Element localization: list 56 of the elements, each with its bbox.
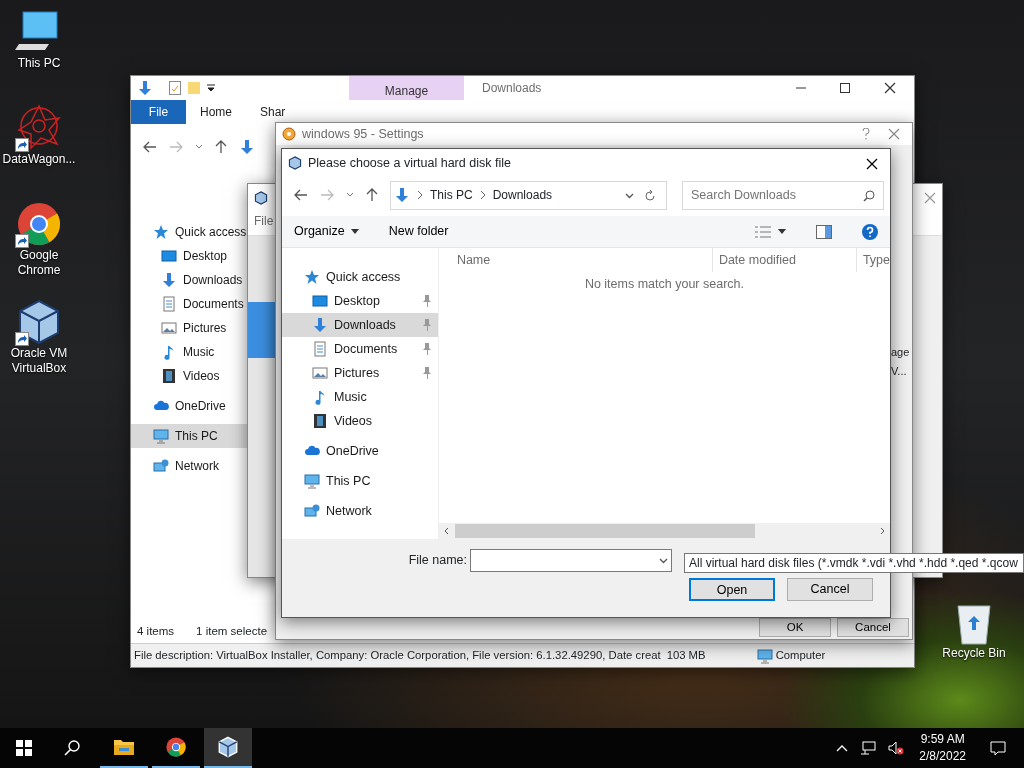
nav-item[interactable]: OneDrive: [282, 439, 438, 463]
nav-item[interactable]: Network: [282, 499, 438, 523]
breadcrumb-item[interactable]: This PC: [430, 186, 473, 204]
nav-item[interactable]: Quick access: [131, 220, 249, 244]
ribbon-tab[interactable]: Home: [186, 100, 246, 124]
selection-count: 1 item selecte: [196, 624, 268, 639]
window-title: windows 95 - Settings: [302, 125, 424, 143]
file-details: File description: VirtualBox Installer, Company: Oracle Corporation, File version: 6.1.32.49290, Date creat: [133, 648, 661, 664]
nav-item[interactable]: Pictures: [131, 316, 249, 340]
clock-date[interactable]: 2/8/2022: [919, 748, 966, 765]
zone-label: Computer: [775, 648, 826, 664]
nav-item[interactable]: Desktop: [131, 244, 249, 268]
nav-item[interactable]: Pictures: [282, 361, 438, 385]
desktop-icon-label[interactable]: Oracle VM VirtualBox: [0, 346, 78, 376]
dialog-button[interactable]: Cancel: [837, 618, 909, 637]
nav-item[interactable]: Documents: [282, 337, 438, 361]
item-count: 4 items: [137, 624, 175, 639]
nav-item[interactable]: OneDrive: [131, 394, 249, 418]
dialog-button[interactable]: Cancel: [787, 578, 873, 601]
breadcrumb-item[interactable]: Downloads: [492, 186, 553, 204]
context-tab[interactable]: Manage: [349, 76, 464, 100]
nav-item[interactable]: Downloads: [131, 268, 249, 292]
ribbon-tab[interactable]: Shar: [246, 100, 300, 124]
menu-item[interactable]: File: [248, 212, 274, 235]
desktop-icon-label[interactable]: Recycle Bin: [942, 646, 1006, 661]
nav-item[interactable]: Network: [131, 454, 249, 478]
column-header[interactable]: Date modified: [711, 248, 856, 272]
clock-time[interactable]: 9:59 AM: [920, 731, 965, 748]
desktop-icon-label[interactable]: DataWagon...: [2, 152, 76, 167]
text-fragment: V...: [891, 364, 908, 379]
dialog-title: Please choose a virtual hard disk file: [308, 154, 511, 172]
organize-menu[interactable]: Organize: [288, 221, 365, 242]
desktop-icon-label[interactable]: Google Chrome: [0, 248, 78, 278]
nav-item[interactable]: This PC: [131, 424, 249, 448]
column-header[interactable]: Type: [855, 248, 890, 272]
nav-item[interactable]: Videos: [282, 409, 438, 433]
search-field[interactable]: Search Downloads: [682, 180, 884, 210]
nav-item[interactable]: Downloads: [282, 313, 438, 337]
nav-item[interactable]: Music: [282, 385, 438, 409]
ribbon-tab[interactable]: File: [131, 100, 186, 124]
text-fragment: age: [891, 345, 911, 360]
column-header[interactable]: Name: [438, 248, 712, 272]
dialog-button[interactable]: Open: [689, 578, 775, 601]
file-size: 103 MB: [665, 648, 707, 664]
new-folder-button[interactable]: New folder: [382, 221, 455, 242]
window-title: Downloads: [482, 80, 542, 97]
nav-item[interactable]: This PC: [282, 469, 438, 493]
field-label: File name:: [408, 552, 467, 570]
nav-item[interactable]: Documents: [131, 292, 249, 316]
desktop-icon-label[interactable]: This PC: [17, 56, 61, 71]
nav-item[interactable]: Quick access: [282, 265, 438, 289]
file-type-tooltip: All virtual hard disk files (*.vmdk *.vdi *.vhd *.hdd *.qed *.qcow: [684, 553, 1024, 573]
nav-item[interactable]: Music: [131, 340, 249, 364]
empty-message: No items match your search.: [584, 277, 744, 291]
nav-item[interactable]: Desktop: [282, 289, 438, 313]
dialog-button[interactable]: OK: [759, 618, 831, 637]
